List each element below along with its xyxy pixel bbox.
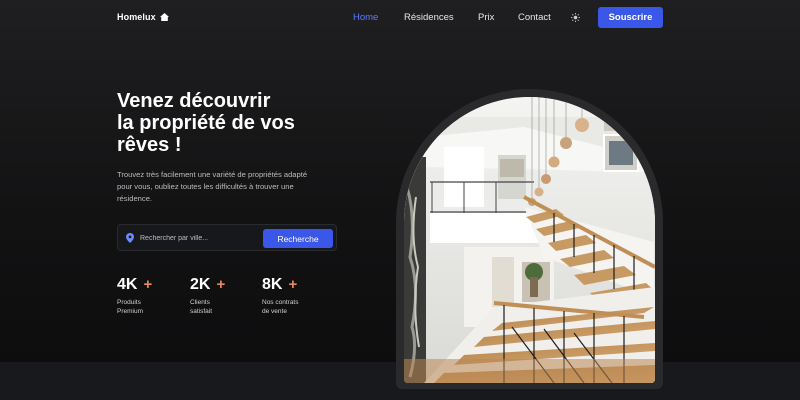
stat-label-line: Premium [117, 308, 144, 315]
subscribe-button[interactable]: Souscrire [598, 7, 663, 28]
stat-value-row: 2K + [190, 276, 225, 294]
hero-title-line: rêves ! [117, 134, 182, 156]
plus-icon: + [216, 276, 226, 293]
stat-products: 4K + Produits Premium [117, 276, 152, 316]
stat-clients: 2K + Clients satisfait [190, 276, 225, 316]
stat-label-line: de vente [262, 308, 287, 315]
sun-icon [571, 13, 580, 22]
plus-icon: + [143, 276, 153, 293]
theme-toggle[interactable] [570, 12, 581, 23]
stat-value: 2K [190, 276, 211, 293]
hero-description-line: pour vous, oubliez toutes les difficulté… [117, 182, 294, 191]
stat-label-line: Nos contrats [262, 299, 299, 306]
stat-value: 8K [262, 276, 283, 293]
map-pin-icon [126, 233, 134, 243]
search-input[interactable] [140, 230, 258, 246]
search-button[interactable]: Recherche [263, 229, 333, 248]
stat-label: Clients satisfait [190, 298, 225, 316]
hero-title-line: la propriété de vos [117, 112, 295, 134]
stat-label-line: Clients [190, 299, 210, 306]
stat-value-row: 8K + [262, 276, 299, 294]
hero-description: Trouvez très facilement une variété de p… [117, 169, 372, 205]
stat-label-line: Produits [117, 299, 141, 306]
home-icon [159, 13, 169, 21]
hero-title-line: Venez découvrir [117, 90, 271, 112]
hero-description-line: résidence. [117, 194, 153, 203]
staircase-illustration [404, 97, 655, 383]
nav-residences[interactable]: Résidences [404, 12, 454, 23]
hero-title: Venez découvrir la propriété de vos rêve… [117, 90, 367, 156]
stat-label: Produits Premium [117, 298, 152, 316]
stat-value: 4K [117, 276, 138, 293]
search-box: Recherche [117, 224, 337, 251]
nav-home[interactable]: Home [353, 12, 378, 23]
logo-text: Homelux [117, 12, 156, 22]
logo[interactable]: Homelux [117, 12, 169, 22]
stat-label-line: satisfait [190, 308, 213, 315]
hero-image [404, 97, 655, 383]
nav-prix[interactable]: Prix [478, 12, 494, 23]
nav-contact[interactable]: Contact [518, 12, 551, 23]
plus-icon: + [288, 276, 298, 293]
page: Homelux Home Résidences Prix Contact Sou… [0, 0, 800, 400]
stat-value-row: 4K + [117, 276, 152, 294]
stat-label: Nos contrats de vente [262, 298, 299, 316]
stat-contracts: 8K + Nos contrats de vente [262, 276, 299, 316]
hero-description-line: Trouvez très facilement une variété de p… [117, 170, 308, 179]
